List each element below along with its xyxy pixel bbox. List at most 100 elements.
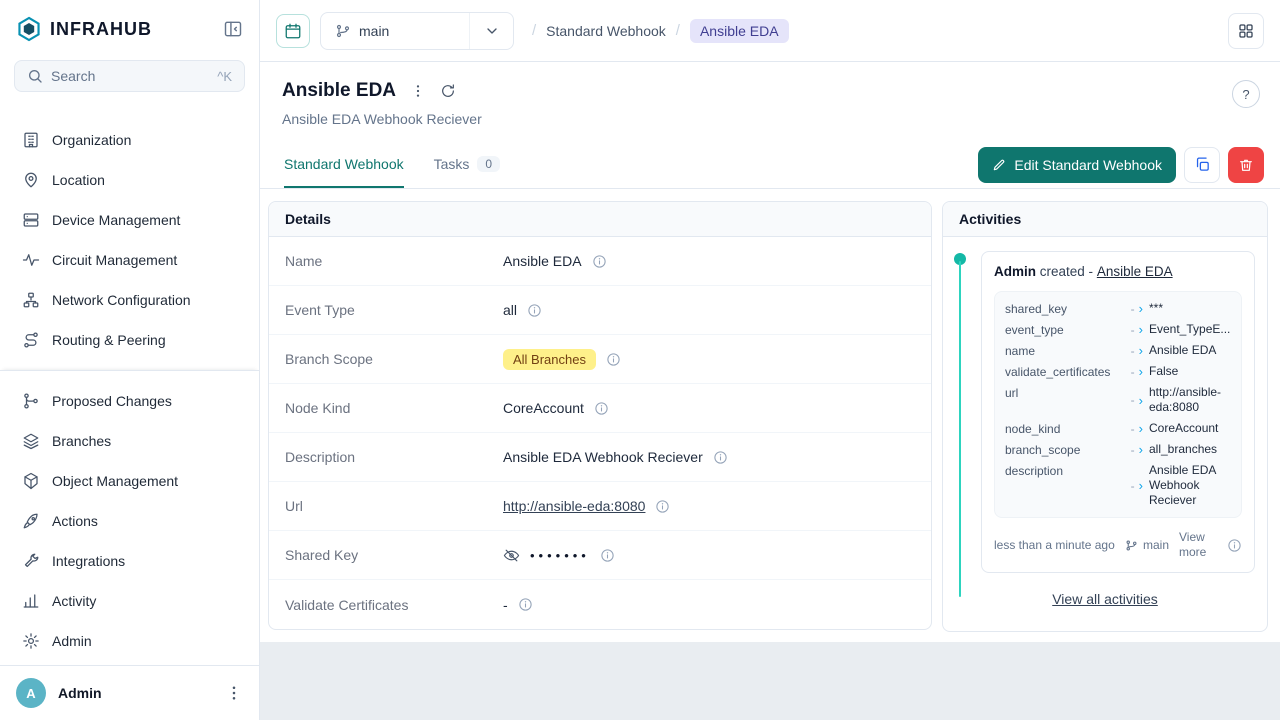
toolbar: Edit Standard Webhook xyxy=(978,141,1264,188)
sidebar-item-device-management[interactable]: Device Management xyxy=(14,200,245,240)
server-icon xyxy=(22,211,40,229)
sidebar-item-object-management[interactable]: Object Management xyxy=(14,461,245,501)
view-more-link[interactable]: View more xyxy=(1179,530,1217,560)
activities-body: Admin created - Ansible EDA shared_key -… xyxy=(943,237,1267,631)
infrahub-logo-icon xyxy=(16,16,42,42)
view-all-activities-link[interactable]: View all activities xyxy=(955,591,1255,607)
search-input[interactable]: Search ^K xyxy=(14,60,245,92)
breadcrumb-separator: / xyxy=(532,22,536,39)
detail-value: Ansible EDA xyxy=(503,253,582,269)
detail-value: CoreAccount xyxy=(503,400,584,416)
git-branch-icon xyxy=(1125,539,1138,552)
change-row: branch_scope - › all_branches xyxy=(1005,439,1231,460)
help-button[interactable]: ? xyxy=(1232,80,1260,108)
apps-button[interactable] xyxy=(1228,13,1264,49)
info-icon[interactable] xyxy=(606,352,621,367)
change-row: description - › Ansible EDA Webhook Reci… xyxy=(1005,460,1231,511)
activity-action: created - xyxy=(1040,264,1093,279)
sidebar-item-routing-peering[interactable]: Routing & Peering xyxy=(14,320,245,360)
info-icon[interactable] xyxy=(594,401,609,416)
sidebar-item-label: Activity xyxy=(52,593,96,609)
change-value: CoreAccount xyxy=(1149,421,1231,436)
detail-label: Validate Certificates xyxy=(285,597,503,613)
info-icon[interactable] xyxy=(655,499,670,514)
pulse-icon xyxy=(22,251,40,269)
change-dash: - xyxy=(1131,365,1135,379)
sidebar: INFRAHUB Search ^K Organization Location xyxy=(0,0,260,720)
sidebar-item-network-configuration[interactable]: Network Configuration xyxy=(14,280,245,320)
clone-button[interactable] xyxy=(1184,147,1220,183)
info-icon[interactable] xyxy=(713,450,728,465)
detail-row-branch-scope: Branch Scope All Branches xyxy=(269,335,931,384)
chevron-right-icon: › xyxy=(1139,301,1143,316)
branch-dropdown-toggle[interactable] xyxy=(469,13,513,49)
change-key: node_kind xyxy=(1005,421,1127,436)
sidebar-item-branches[interactable]: Branches xyxy=(14,421,245,461)
sidebar-item-organization[interactable]: Organization xyxy=(14,120,245,160)
change-key: description xyxy=(1005,463,1127,478)
url-link[interactable]: http://ansible-eda:8080 xyxy=(503,498,645,514)
detail-label: Description xyxy=(285,449,503,465)
detail-label: Branch Scope xyxy=(285,351,503,367)
collapse-sidebar-icon[interactable] xyxy=(223,19,243,39)
title-kebab-icon[interactable] xyxy=(410,83,426,99)
change-value: False xyxy=(1149,364,1231,379)
user-menu-kebab-icon[interactable] xyxy=(225,684,243,702)
pencil-icon xyxy=(992,158,1006,172)
sidebar-user: A Admin xyxy=(0,665,259,720)
sidebar-item-proposed-changes[interactable]: Proposed Changes xyxy=(14,381,245,421)
info-icon[interactable] xyxy=(1227,538,1242,553)
info-icon[interactable] xyxy=(592,254,607,269)
change-value: *** xyxy=(1149,301,1231,316)
sidebar-nav-primary: Organization Location Device Management … xyxy=(0,110,259,364)
sidebar-header: INFRAHUB xyxy=(0,0,259,56)
avatar: A xyxy=(16,678,46,708)
sidebar-item-integrations[interactable]: Integrations xyxy=(14,541,245,581)
sidebar-item-location[interactable]: Location xyxy=(14,160,245,200)
detail-row-shared-key: Shared Key ••••••• xyxy=(269,531,931,580)
sidebar-item-admin[interactable]: Admin xyxy=(14,621,245,661)
sidebar-nav-secondary: Proposed Changes Branches Object Managem… xyxy=(0,370,259,665)
branch-selector-value: main xyxy=(321,13,469,49)
detail-label: Name xyxy=(285,253,503,269)
edit-standard-webhook-button[interactable]: Edit Standard Webhook xyxy=(978,147,1176,183)
logo[interactable]: INFRAHUB xyxy=(16,16,223,42)
sidebar-item-circuit-management[interactable]: Circuit Management xyxy=(14,240,245,280)
trash-icon xyxy=(1238,157,1254,173)
activity-timestamp: less than a minute ago xyxy=(994,538,1115,553)
info-icon[interactable] xyxy=(527,303,542,318)
change-key: url xyxy=(1005,385,1127,400)
sidebar-item-activity[interactable]: Activity xyxy=(14,581,245,621)
tab-tasks[interactable]: Tasks 0 xyxy=(434,141,500,188)
time-travel-button[interactable] xyxy=(276,14,310,48)
change-dash: - xyxy=(1131,393,1135,407)
sidebar-item-label: Branches xyxy=(52,433,111,449)
change-row: shared_key - › *** xyxy=(1005,298,1231,319)
sidebar-item-actions[interactable]: Actions xyxy=(14,501,245,541)
activity-actor: Admin xyxy=(994,264,1036,279)
change-row: event_type - › Event_TypeE... xyxy=(1005,319,1231,340)
breadcrumb-item-current[interactable]: Ansible EDA xyxy=(690,19,789,43)
breadcrumb-item[interactable]: Standard Webhook xyxy=(546,23,666,39)
sidebar-item-label: Device Management xyxy=(52,212,180,228)
chevron-right-icon: › xyxy=(1139,478,1143,493)
delete-button[interactable] xyxy=(1228,147,1264,183)
eye-off-icon[interactable] xyxy=(503,547,520,564)
refresh-icon[interactable] xyxy=(440,83,456,99)
activity-target-link[interactable]: Ansible EDA xyxy=(1097,264,1173,279)
change-value: Ansible EDA Webhook Reciever xyxy=(1149,463,1231,508)
chevron-right-icon: › xyxy=(1139,442,1143,457)
route-icon xyxy=(22,331,40,349)
branch-selector[interactable]: main xyxy=(320,12,514,50)
change-dash: - xyxy=(1131,422,1135,436)
activity-changes: shared_key - › *** event_type - › Event_ xyxy=(994,291,1242,518)
info-icon[interactable] xyxy=(600,548,615,563)
info-icon[interactable] xyxy=(518,597,533,612)
chevron-down-icon xyxy=(484,23,500,39)
page-header: Ansible EDA Ansible EDA Webhook Reciever… xyxy=(260,62,1280,141)
detail-value: - xyxy=(503,597,508,613)
tab-label: Tasks xyxy=(434,156,470,172)
tab-standard-webhook[interactable]: Standard Webhook xyxy=(284,141,404,188)
sidebar-item-label: Integrations xyxy=(52,553,125,569)
detail-label: Shared Key xyxy=(285,547,503,563)
